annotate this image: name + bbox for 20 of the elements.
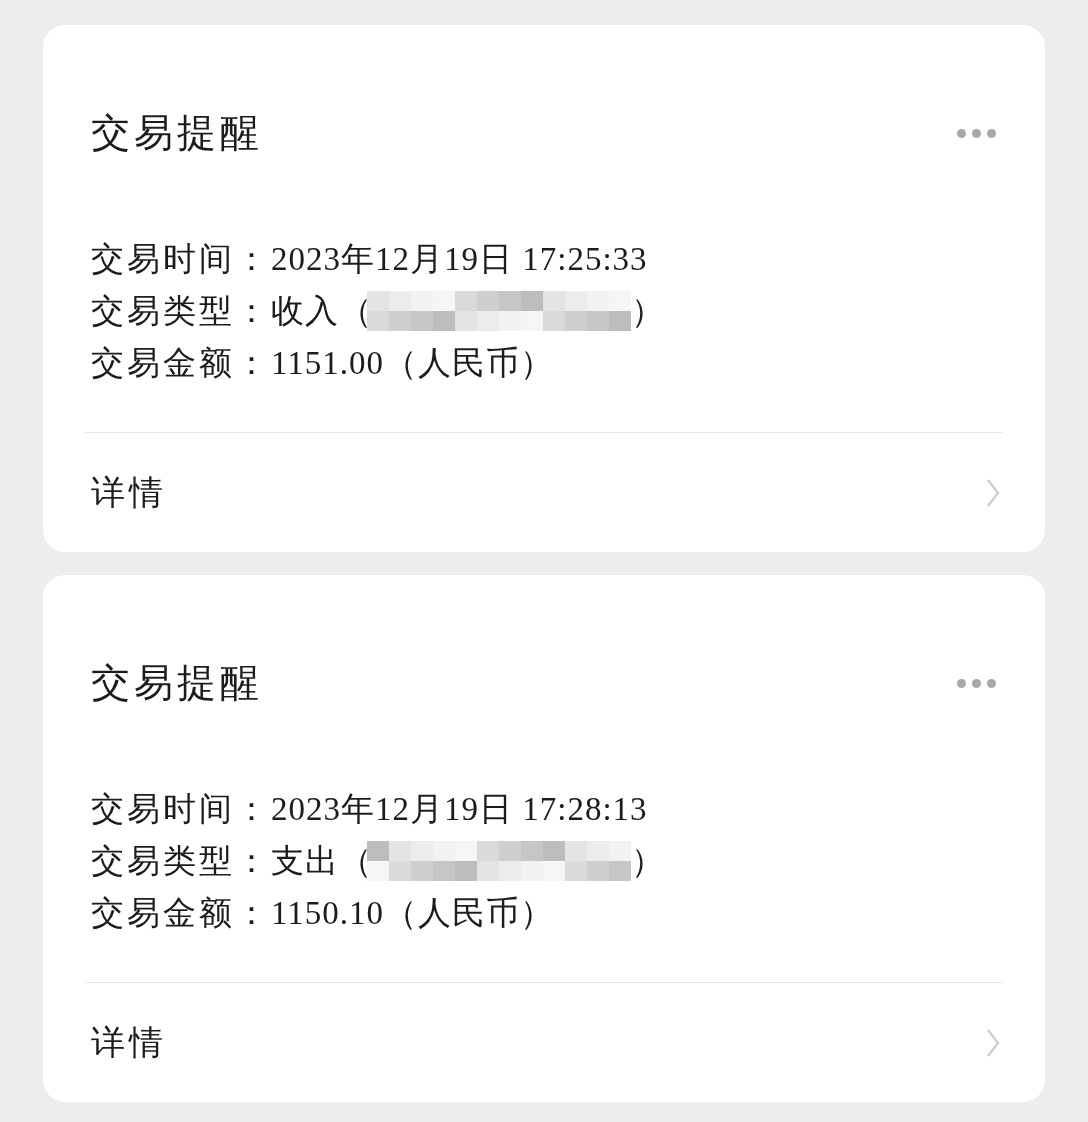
field-value: 支出（ [271,841,373,881]
chevron-right-icon [986,1027,1000,1058]
field-value: 2023年12月19日 17:25:33 [271,239,648,279]
field-value: ） [631,291,665,331]
details-link[interactable]: 详情 [85,432,1002,552]
field-label: 交易时间： [91,789,271,829]
details-link[interactable]: 详情 [85,982,1002,1102]
field-label: 交易时间： [91,239,271,279]
field-value: 1150.10（人民币） [271,893,555,933]
chevron-right-icon [986,477,1000,508]
field-label: 交易金额： [91,343,271,383]
field-label: 交易金额： [91,893,271,933]
field-label: 交易类型： [91,841,271,881]
card-title: 交易提醒 [91,113,263,153]
field-value: ） [631,841,665,881]
field-value: 1151.00（人民币） [271,343,555,383]
field-label: 交易类型： [91,291,271,331]
card-title: 交易提醒 [91,663,263,703]
field-value: 收入（ [271,291,373,331]
field-value: 2023年12月19日 17:28:13 [271,789,648,829]
